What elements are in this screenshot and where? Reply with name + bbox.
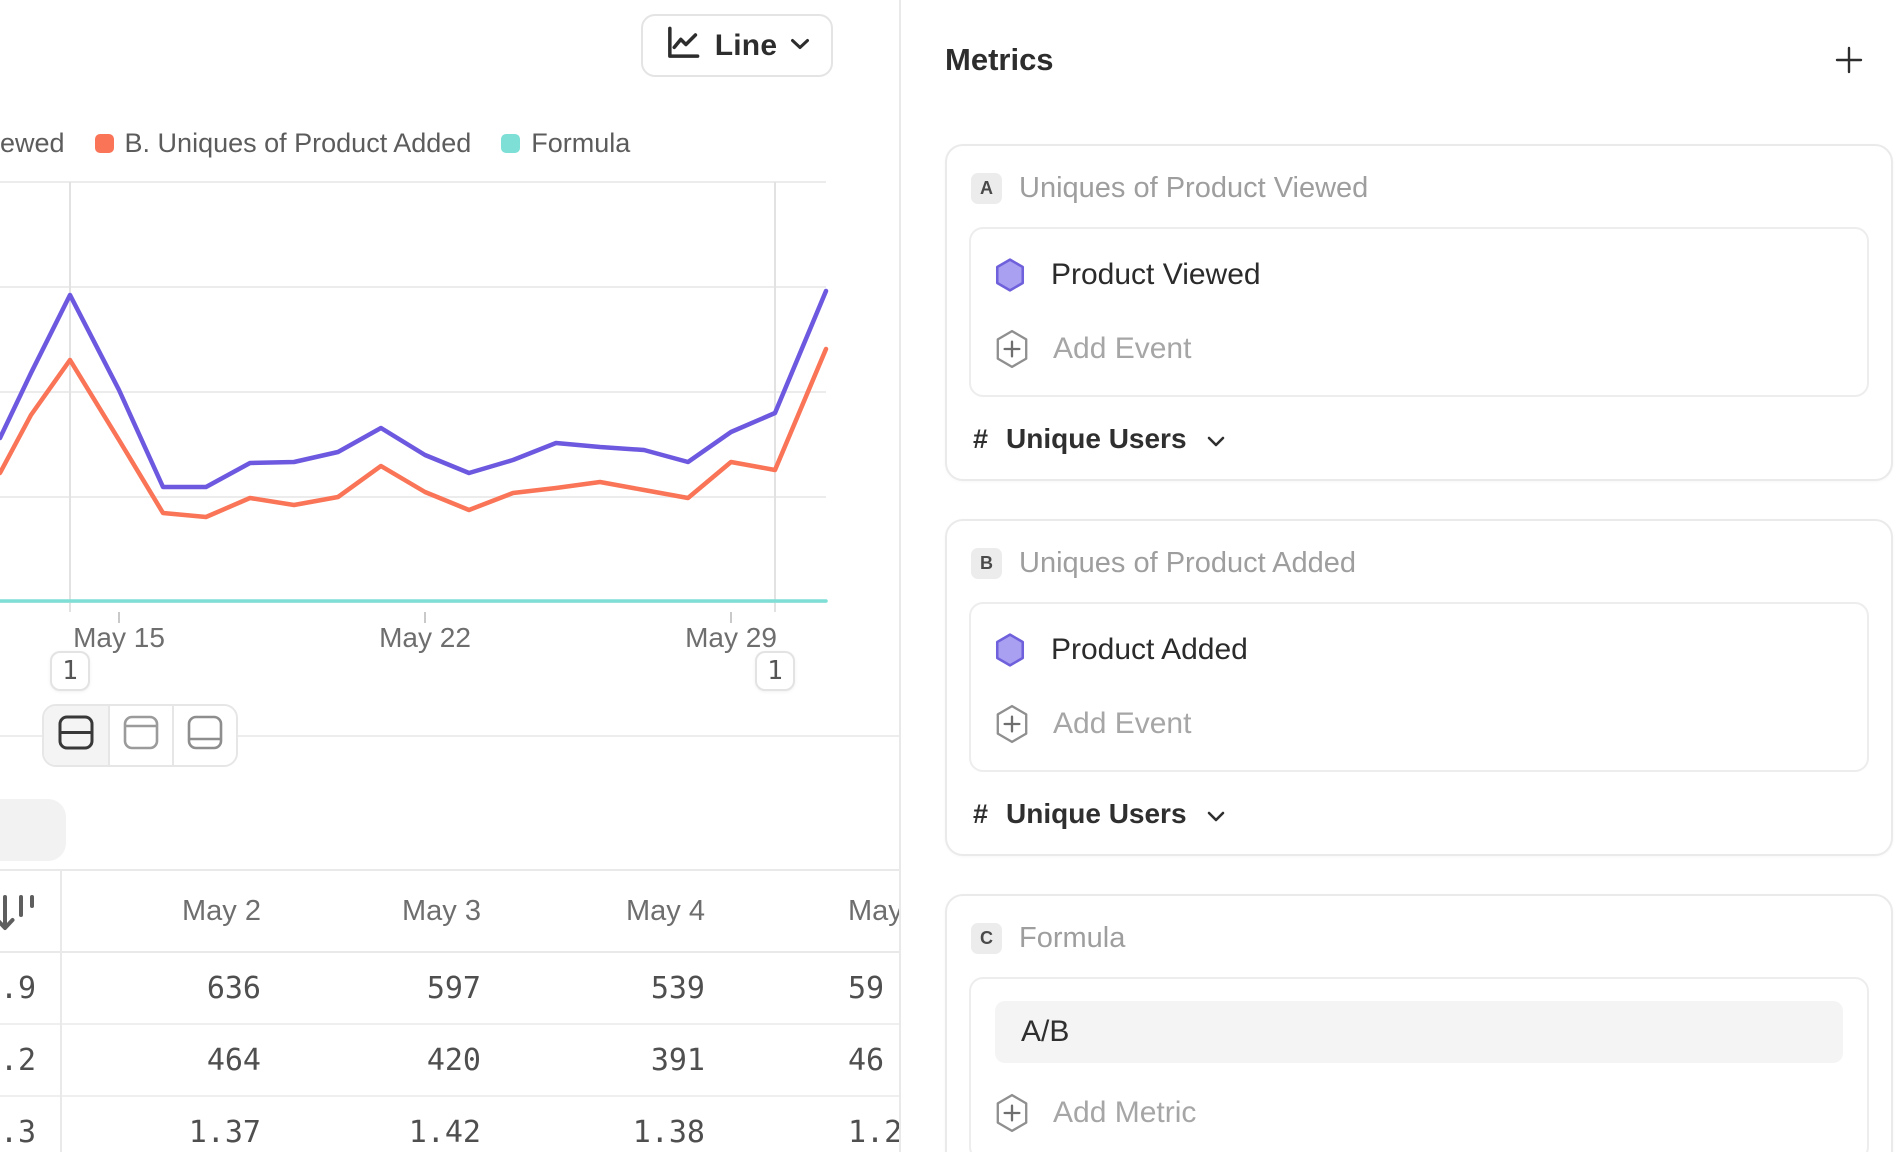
counting-method-label: Unique Users	[1006, 798, 1187, 830]
metric-card-b: B Uniques of Product Added Product Added	[945, 519, 1893, 856]
event-box: Product Viewed Add Event	[969, 227, 1869, 397]
card-title-row: B Uniques of Product Added	[971, 547, 1869, 580]
sort-descending-icon	[0, 891, 40, 937]
table-row[interactable]: .9 636 597 539 59	[0, 953, 899, 1025]
table-cell: 539	[501, 971, 725, 1006]
table-cell: 46	[725, 1043, 899, 1078]
metric-title[interactable]: Formula	[1019, 922, 1125, 955]
chevron-down-icon	[1207, 811, 1225, 822]
plus-icon	[1834, 45, 1864, 75]
table-cell: 636	[61, 971, 281, 1006]
formula-input[interactable]: A/B	[995, 1001, 1843, 1063]
split-view-icon	[54, 713, 98, 758]
table-cell: 1.37	[61, 1115, 281, 1150]
layout-table-only-button[interactable]	[172, 706, 236, 765]
metric-badge: B	[971, 548, 1002, 579]
formula-text: A/B	[1021, 1015, 1069, 1049]
chevron-down-icon	[1207, 436, 1225, 447]
column-header[interactable]: May 2	[61, 895, 281, 928]
annotation-badge[interactable]: 1	[755, 651, 795, 691]
hash-icon: #	[973, 424, 988, 455]
panel-title: Metrics	[945, 42, 1054, 78]
insights-report: Line ewed B. Uniques of Product Added Fo…	[0, 0, 1898, 1152]
counting-method-dropdown[interactable]: # Unique Users	[973, 423, 1869, 455]
metric-cards: A Uniques of Product Viewed Product View…	[945, 144, 1892, 1152]
table-row[interactable]: .3 1.37 1.42 1.38 1.2	[0, 1097, 899, 1152]
metric-title[interactable]: Uniques of Product Viewed	[1019, 172, 1368, 205]
table-cell: 1.38	[501, 1115, 725, 1150]
layout-toggle-group	[42, 704, 238, 767]
card-title-row: C Formula	[971, 922, 1869, 955]
hash-icon: #	[973, 799, 988, 830]
event-box: Product Added Add Event	[969, 602, 1869, 772]
counting-method-label: Unique Users	[1006, 423, 1187, 455]
column-header[interactable]: May 3	[281, 895, 501, 928]
metric-card-a: A Uniques of Product Viewed Product View…	[945, 144, 1893, 481]
add-hexagon-icon	[995, 704, 1029, 744]
x-axis-label: May 15	[73, 622, 165, 654]
layout-chart-only-button[interactable]	[108, 706, 172, 765]
table-filter-pill[interactable]	[0, 799, 66, 861]
event-row[interactable]: Product Viewed	[995, 251, 1843, 299]
table-cell: 597	[281, 971, 501, 1006]
formula-box: A/B Add Metric	[969, 977, 1869, 1152]
table-cell: 1.42	[281, 1115, 501, 1150]
metric-card-c: C Formula A/B Add Metric	[945, 894, 1893, 1152]
table-column-divider	[60, 869, 62, 1152]
table-cell: .3	[0, 1115, 61, 1150]
metrics-panel-header: Metrics	[945, 34, 1892, 86]
add-event-button[interactable]: Add Event	[995, 700, 1843, 748]
annotation-badge[interactable]: 1	[50, 651, 90, 691]
table-row[interactable]: .2 464 420 391 46	[0, 1025, 899, 1097]
chart-only-icon	[119, 713, 163, 758]
table-cell: .9	[0, 971, 61, 1006]
chart-panel: Line ewed B. Uniques of Product Added Fo…	[0, 0, 899, 1152]
counting-method-dropdown[interactable]: # Unique Users	[973, 798, 1869, 830]
table-cell: 391	[501, 1043, 725, 1078]
metric-badge: A	[971, 173, 1002, 204]
table-cell: 464	[61, 1043, 281, 1078]
table-cell: .2	[0, 1043, 61, 1078]
metrics-panel: Metrics A Uniques of Product Viewed	[899, 0, 1898, 1152]
table-cell: 420	[281, 1043, 501, 1078]
event-name: Product Viewed	[1051, 258, 1261, 292]
add-event-label: Add Event	[1053, 332, 1191, 366]
add-hexagon-icon	[995, 329, 1029, 369]
layout-split-view-button[interactable]	[44, 706, 108, 765]
add-hexagon-icon	[995, 1093, 1029, 1133]
add-metric-plus-button[interactable]	[1834, 45, 1864, 75]
add-metric-button[interactable]: Add Metric	[995, 1089, 1843, 1137]
card-title-row: A Uniques of Product Viewed	[971, 172, 1869, 205]
event-hexagon-icon	[995, 258, 1025, 292]
event-name: Product Added	[1051, 633, 1248, 667]
metric-title[interactable]: Uniques of Product Added	[1019, 547, 1356, 580]
event-row[interactable]: Product Added	[995, 626, 1843, 674]
x-axis-label: May 22	[379, 622, 471, 654]
event-hexagon-icon	[995, 633, 1025, 667]
x-axis-label: May 29	[685, 622, 777, 654]
add-event-button[interactable]: Add Event	[995, 325, 1843, 373]
add-event-label: Add Event	[1053, 707, 1191, 741]
add-metric-label: Add Metric	[1053, 1096, 1196, 1130]
table-cell: 1.2	[725, 1115, 899, 1150]
table-header-row: May 2 May 3 May 4 May	[0, 869, 899, 953]
column-header[interactable]: May	[725, 895, 899, 928]
table-cell: 59	[725, 971, 899, 1006]
column-header[interactable]: May 4	[501, 895, 725, 928]
metric-badge: C	[971, 923, 1002, 954]
table-only-icon	[183, 713, 227, 758]
results-table: May 2 May 3 May 4 May .9 636 597 539 59 …	[0, 869, 899, 1152]
sort-button[interactable]	[0, 871, 61, 951]
